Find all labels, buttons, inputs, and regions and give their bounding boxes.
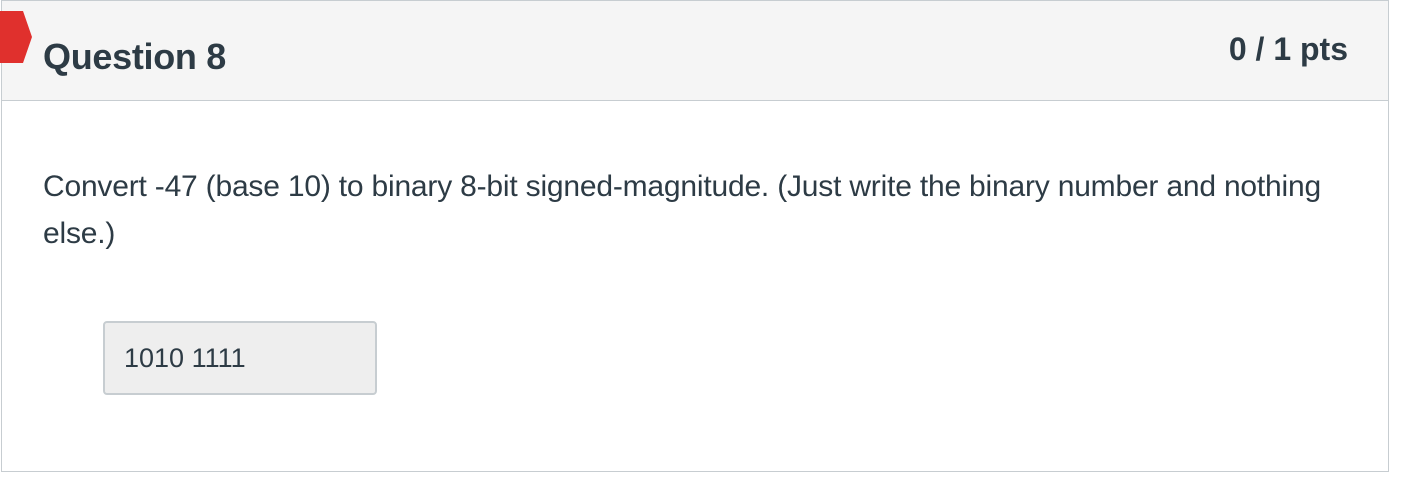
question-header: Question 8 0 / 1 pts [2, 1, 1388, 101]
question-card: Question 8 0 / 1 pts Convert -47 (base 1… [1, 0, 1389, 472]
question-text: Convert -47 (base 10) to binary 8-bit si… [43, 170, 1321, 250]
incorrect-flag-icon [0, 11, 32, 63]
question-title: Question 8 [43, 36, 227, 77]
answer-field: 1010 1111 [103, 321, 377, 395]
question-points: 0 / 1 pts [1228, 31, 1348, 67]
answer-value: 1010 1111 [124, 343, 246, 373]
